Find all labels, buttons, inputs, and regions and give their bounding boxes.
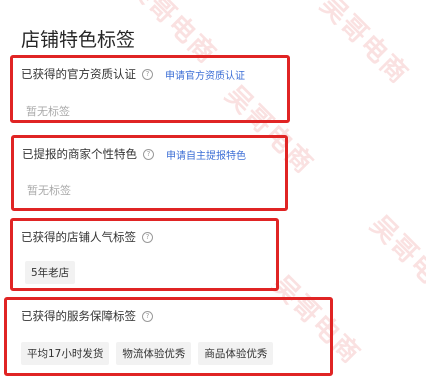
section-merchant-features: 已提报的商家个性特色 ? 申请自主提报特色 暂无标签 <box>11 135 288 211</box>
shop-feature-tags-page: 吴哥电商 吴哥电商 吴哥电商 吴哥电商 吴哥电商 店铺特色标签 已获得的官方资质… <box>0 0 426 388</box>
tag-5-year-shop: 5年老店 <box>25 261 76 284</box>
tag-list: 5年老店 <box>25 261 76 284</box>
section-header: 已获得的店铺人气标签 ? <box>21 229 153 245</box>
section-shop-popularity-tags: 已获得的店铺人气标签 ? 5年老店 <box>10 218 279 291</box>
section-header: 已提报的商家个性特色 ? 申请自主提报特色 <box>22 146 246 162</box>
section-header: 已获得的官方资质认证 ? 申请官方资质认证 <box>21 66 245 82</box>
section-service-guarantee-tags: 已获得的服务保障标签 ? 平均17小时发货 物流体验优秀 商品体验优秀 <box>4 297 333 376</box>
section-official-certification: 已获得的官方资质认证 ? 申请官方资质认证 暂无标签 <box>10 55 290 123</box>
tag-list: 平均17小时发货 物流体验优秀 商品体验优秀 <box>21 342 274 365</box>
tag-logistics-experience: 物流体验优秀 <box>116 342 192 365</box>
watermark: 吴哥电商 <box>314 0 415 91</box>
section-title: 已提报的商家个性特色 <box>22 147 137 161</box>
apply-self-report-feature-link[interactable]: 申请自主提报特色 <box>166 147 246 162</box>
section-header: 已获得的服务保障标签 ? <box>21 308 153 324</box>
empty-tags-text: 暂无标签 <box>27 184 71 197</box>
tag-shipping-time: 平均17小时发货 <box>21 342 110 365</box>
section-title: 已获得的服务保障标签 <box>21 309 136 323</box>
watermark: 吴哥电商 <box>364 210 426 311</box>
empty-tags-text: 暂无标签 <box>26 105 70 118</box>
page-title: 店铺特色标签 <box>21 29 136 51</box>
section-title: 已获得的店铺人气标签 <box>21 230 136 244</box>
question-circle-icon[interactable]: ? <box>143 148 154 160</box>
question-circle-icon[interactable]: ? <box>142 310 153 322</box>
tag-product-experience: 商品体验优秀 <box>198 342 274 365</box>
question-circle-icon[interactable]: ? <box>142 231 153 243</box>
apply-official-certification-link[interactable]: 申请官方资质认证 <box>165 67 245 82</box>
question-circle-icon[interactable]: ? <box>142 68 153 80</box>
section-title: 已获得的官方资质认证 <box>21 67 136 81</box>
